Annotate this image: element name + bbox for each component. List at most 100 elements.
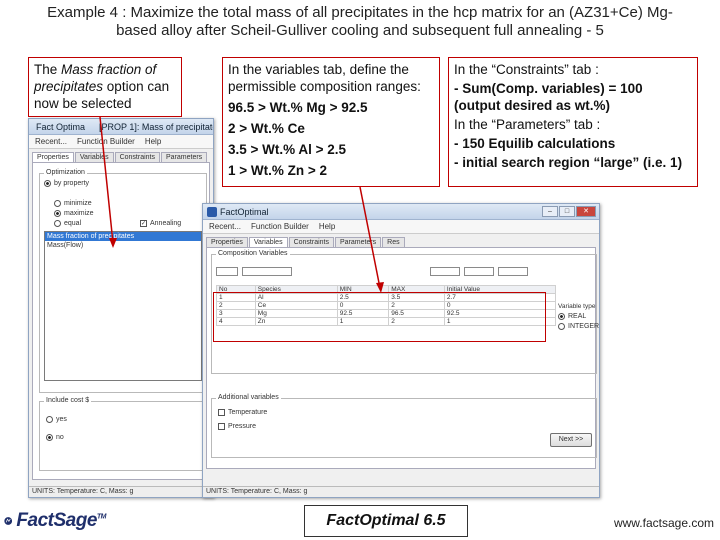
- menu-help[interactable]: Help: [145, 137, 161, 146]
- next-button[interactable]: Next >>: [550, 433, 592, 447]
- tab-parameters[interactable]: Parameters: [334, 237, 382, 247]
- minimize-icon[interactable]: –: [542, 206, 558, 217]
- factsage-logo-icon: [4, 517, 13, 525]
- title-line-1: Example 4 : Maximize the total mass of a…: [47, 4, 673, 21]
- callout-variables: In the variables tab, define the permiss…: [222, 57, 440, 187]
- properties-panel: Optimization by property minimize maximi…: [32, 162, 210, 480]
- real-label: REAL: [568, 313, 587, 320]
- list-item[interactable]: Mass fraction of precipitates: [45, 232, 201, 241]
- by-property-radio[interactable]: by property: [44, 180, 89, 187]
- callout-text: - Sum(Comp. variables) = 100: [454, 81, 643, 96]
- callout-text: now be selected: [34, 96, 132, 111]
- annealing-label: Annealing: [150, 220, 182, 227]
- callout-text: - 150 Equilib calculations: [454, 136, 616, 151]
- highlight-box: [213, 292, 546, 342]
- callout-text: permissible composition ranges:: [228, 79, 421, 94]
- variable-type-label: Variable type: [558, 303, 596, 310]
- pressure-checkbox[interactable]: Pressure: [218, 423, 256, 430]
- menu-bar: Recent... Function Builder Help: [29, 135, 213, 149]
- factsage-logo: FactSageTM: [4, 505, 107, 537]
- callout-text: In the variables tab, define the: [228, 62, 409, 77]
- logo-text: FactSage: [16, 510, 97, 531]
- status-bar: UNITS: Temperature: C, Mass: g: [29, 486, 213, 497]
- menu-function-builder[interactable]: Function Builder: [251, 222, 309, 231]
- close-icon[interactable]: ✕: [576, 206, 596, 217]
- integer-radio[interactable]: INTEGER: [558, 323, 599, 330]
- integer-label: INTEGER: [568, 323, 600, 330]
- callout-text: Mass fraction of: [61, 62, 157, 77]
- callout-text: precipitates: [34, 79, 104, 94]
- maximize-label: maximize: [64, 210, 94, 217]
- minimize-label: minimize: [64, 200, 92, 207]
- menu-bar: Recent... Function Builder Help: [203, 220, 599, 234]
- min-field[interactable]: [430, 267, 460, 276]
- variable-type-group: Variable type REAL INTEGER: [558, 303, 599, 343]
- range-al: 3.5 > Wt.% Al > 2.5: [228, 142, 347, 157]
- callout-text: option can: [103, 79, 170, 94]
- callout-mass-fraction: The Mass fraction of precipitates option…: [28, 57, 182, 117]
- cost-yes-radio[interactable]: yes: [46, 416, 67, 423]
- optimization-group: Optimization by property minimize maximi…: [39, 169, 207, 393]
- maximize-icon[interactable]: □: [559, 206, 575, 217]
- minimize-radio[interactable]: minimize: [54, 200, 92, 207]
- factoptimal-variables-window: FactOptimal – □ ✕ Recent... Function Bui…: [202, 203, 600, 498]
- equal-radio[interactable]: equal: [54, 220, 81, 227]
- window-title: FactOptimal: [220, 206, 269, 217]
- product-label: FactOptimal 6.5: [304, 505, 468, 537]
- yes-label: yes: [56, 416, 67, 423]
- callout-text: The: [34, 62, 62, 77]
- factoptimal-properties-window: Fact Optima [PROP 1]: Mass of precipitat…: [28, 118, 214, 498]
- tab-variables[interactable]: Variables: [74, 152, 114, 162]
- additional-variables-group: Additional variables Temperature Pressur…: [211, 394, 597, 458]
- optimization-label: Optimization: [44, 169, 87, 176]
- include-cost-label: Include cost $: [44, 397, 92, 404]
- callout-text: In the “Parameters” tab :: [454, 117, 601, 132]
- menu-recent[interactable]: Recent...: [209, 222, 241, 231]
- tab-variables[interactable]: Variables: [248, 237, 288, 247]
- property-listbox[interactable]: Mass fraction of precipitates Mass(Flow): [44, 231, 202, 381]
- include-cost-group: Include cost $ yes no: [39, 397, 207, 471]
- range-ce: 2 > Wt.% Ce: [228, 121, 305, 136]
- menu-help[interactable]: Help: [319, 222, 335, 231]
- window-controls: – □ ✕: [542, 206, 596, 217]
- website-url[interactable]: www.factsage.com: [614, 516, 714, 530]
- tab-parameters[interactable]: Parameters: [160, 152, 208, 162]
- no-field[interactable]: [216, 267, 238, 276]
- slide: { "title": { "line1": "Example 4 : Maxim…: [0, 0, 720, 540]
- callout-text: In the “Constraints” tab :: [454, 62, 599, 77]
- title-line-2: based alloy after Scheil-Gulliver coolin…: [116, 22, 604, 39]
- additional-variables-label: Additional variables: [216, 394, 281, 401]
- app-icon: [207, 206, 217, 217]
- by-property-label: by property: [54, 180, 90, 187]
- species-field[interactable]: [242, 267, 292, 276]
- range-zn: 1 > Wt.% Zn > 2: [228, 163, 328, 178]
- tab-properties[interactable]: Properties: [32, 152, 74, 162]
- max-field[interactable]: [464, 267, 494, 276]
- pressure-label: Pressure: [228, 423, 257, 430]
- variables-panel: Composition Variables No Species MIN MAX…: [206, 247, 599, 469]
- window-titlebar[interactable]: Fact Optima [PROP 1]: Mass of precipitat…: [29, 119, 213, 135]
- tab-properties[interactable]: Properties: [206, 237, 248, 247]
- tab-constraints[interactable]: Constraints: [288, 237, 334, 247]
- status-bar: UNITS: Temperature: C, Mass: g: [203, 486, 599, 497]
- callout-text: - initial search region “large” (i.e. 1): [454, 155, 683, 170]
- menu-function-builder[interactable]: Function Builder: [77, 137, 135, 146]
- window-title: Fact Optima: [36, 121, 86, 132]
- maximize-radio[interactable]: maximize: [54, 210, 94, 217]
- tab-strip: Properties Variables Constraints Paramet…: [203, 234, 599, 247]
- real-radio[interactable]: REAL: [558, 313, 586, 320]
- window-titlebar[interactable]: FactOptimal – □ ✕: [203, 204, 599, 220]
- initial-field[interactable]: [498, 267, 528, 276]
- annealing-checkbox[interactable]: ✓ Annealing: [140, 220, 181, 227]
- cost-no-radio[interactable]: no: [46, 434, 64, 441]
- menu-recent[interactable]: Recent...: [35, 137, 67, 146]
- tab-constraints[interactable]: Constraints: [114, 152, 160, 162]
- callout-text: (output desired as wt.%): [454, 98, 611, 113]
- temperature-checkbox[interactable]: Temperature: [218, 409, 267, 416]
- tab-results[interactable]: Res: [382, 237, 405, 247]
- list-item[interactable]: Mass(Flow): [45, 241, 201, 250]
- range-mg: 96.5 > Wt.% Mg > 92.5: [228, 100, 368, 115]
- logo-tm: TM: [96, 513, 107, 521]
- equal-label: equal: [64, 220, 82, 227]
- temperature-label: Temperature: [228, 409, 268, 416]
